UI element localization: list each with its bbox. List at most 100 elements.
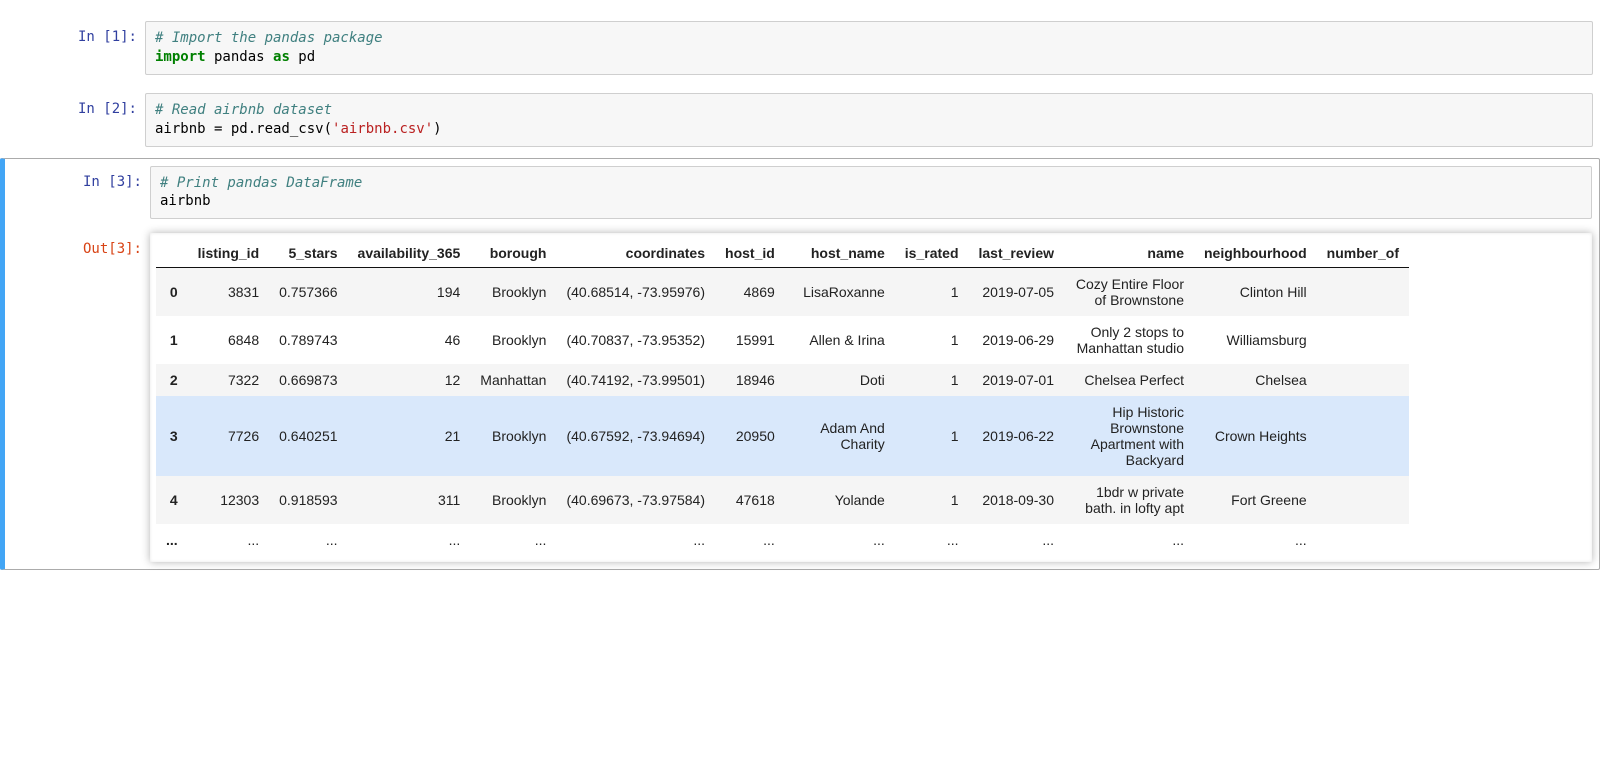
col-last-review: last_review xyxy=(969,239,1065,268)
col-host-id: host_id xyxy=(715,239,785,268)
output-area-3[interactable]: listing_id 5_stars availability_365 boro… xyxy=(150,233,1592,562)
cell-host_name: Allen & Irina xyxy=(785,316,895,364)
cell-last_review: 2018-09-30 xyxy=(969,476,1065,524)
cell-coords: (40.69673, -73.97584) xyxy=(556,476,715,524)
row-index: 1 xyxy=(156,316,188,364)
col-number-of: number_of xyxy=(1317,239,1409,268)
cell-host_name: ... xyxy=(785,524,895,556)
table-header-row: listing_id 5_stars availability_365 boro… xyxy=(156,239,1409,268)
cell-number_of xyxy=(1317,524,1409,556)
cell-five_stars: 0.640251 xyxy=(269,396,347,476)
cell-name: ... xyxy=(1064,524,1194,556)
row-index: 3 xyxy=(156,396,188,476)
cell-host_id: 4869 xyxy=(715,268,785,317)
row-index: ... xyxy=(156,524,188,556)
output-prompt-3: Out[3]: xyxy=(5,233,150,257)
cell-neigh: Fort Greene xyxy=(1194,476,1317,524)
cell-number_of xyxy=(1317,364,1409,396)
cell-borough: Brooklyn xyxy=(470,396,556,476)
cell-coords: (40.67592, -73.94694) xyxy=(556,396,715,476)
cell-last_review: ... xyxy=(969,524,1065,556)
table-row: 038310.757366194Brooklyn(40.68514, -73.9… xyxy=(156,268,1409,317)
cell-host_id: 20950 xyxy=(715,396,785,476)
code-input-2[interactable]: # Read airbnb dataset airbnb = pd.read_c… xyxy=(145,93,1593,147)
input-prompt-1: In [1]: xyxy=(0,21,145,45)
cell-five_stars: ... xyxy=(269,524,347,556)
cell-number_of xyxy=(1317,476,1409,524)
row-index: 4 xyxy=(156,476,188,524)
cell-3[interactable]: In [3]: # Print pandas DataFrame airbnb … xyxy=(0,158,1600,571)
cell-is_rated: 1 xyxy=(895,476,969,524)
cell-avail: 21 xyxy=(348,396,471,476)
col-5-stars: 5_stars xyxy=(269,239,347,268)
input-prompt-2: In [2]: xyxy=(0,93,145,117)
cell-last_review: 2019-07-01 xyxy=(969,364,1065,396)
cell-neigh: Chelsea xyxy=(1194,364,1317,396)
cell-avail: 46 xyxy=(348,316,471,364)
cell-is_rated: 1 xyxy=(895,396,969,476)
cell-number_of xyxy=(1317,268,1409,317)
col-listing-id: listing_id xyxy=(188,239,269,268)
cell-coords: (40.68514, -73.95976) xyxy=(556,268,715,317)
cell-listing_id: 7322 xyxy=(188,364,269,396)
cell-name: Hip Historic Brownstone Apartment with B… xyxy=(1064,396,1194,476)
cell-listing_id: 7726 xyxy=(188,396,269,476)
cell-listing_id: ... xyxy=(188,524,269,556)
cell-neigh: Williamsburg xyxy=(1194,316,1317,364)
cell-borough: Brooklyn xyxy=(470,268,556,317)
cell-borough: Brooklyn xyxy=(470,476,556,524)
cell-2[interactable]: In [2]: # Read airbnb dataset airbnb = p… xyxy=(0,86,1600,154)
cell-host_name: Yolande xyxy=(785,476,895,524)
cell-host_name: Adam And Charity xyxy=(785,396,895,476)
code-input-3[interactable]: # Print pandas DataFrame airbnb xyxy=(150,166,1592,220)
cell-avail: 311 xyxy=(348,476,471,524)
cell-name: Chelsea Perfect xyxy=(1064,364,1194,396)
cell-host_id: 18946 xyxy=(715,364,785,396)
col-index xyxy=(156,239,188,268)
cell-is_rated: 1 xyxy=(895,316,969,364)
dataframe-table: listing_id 5_stars availability_365 boro… xyxy=(156,239,1409,556)
table-row: .................................... xyxy=(156,524,1409,556)
table-row: 377260.64025121Brooklyn(40.67592, -73.94… xyxy=(156,396,1409,476)
table-row: 168480.78974346Brooklyn(40.70837, -73.95… xyxy=(156,316,1409,364)
col-borough: borough xyxy=(470,239,556,268)
code-input-1[interactable]: # Import the pandas package import panda… xyxy=(145,21,1593,75)
cell-avail: ... xyxy=(348,524,471,556)
cell-coords: (40.70837, -73.95352) xyxy=(556,316,715,364)
cell-name: Cozy Entire Floor of Brownstone xyxy=(1064,268,1194,317)
cell-avail: 12 xyxy=(348,364,471,396)
row-index: 0 xyxy=(156,268,188,317)
cell-last_review: 2019-07-05 xyxy=(969,268,1065,317)
input-prompt-3: In [3]: xyxy=(5,166,150,190)
col-name: name xyxy=(1064,239,1194,268)
cell-coords: ... xyxy=(556,524,715,556)
cell-listing_id: 3831 xyxy=(188,268,269,317)
col-coordinates: coordinates xyxy=(556,239,715,268)
cell-listing_id: 6848 xyxy=(188,316,269,364)
cell-number_of xyxy=(1317,316,1409,364)
cell-name: 1bdr w private bath. in lofty apt xyxy=(1064,476,1194,524)
col-is-rated: is_rated xyxy=(895,239,969,268)
cell-name: Only 2 stops to Manhattan studio xyxy=(1064,316,1194,364)
cell-is_rated: 1 xyxy=(895,364,969,396)
cell-host_name: Doti xyxy=(785,364,895,396)
cell-borough: Manhattan xyxy=(470,364,556,396)
table-row: 4123030.918593311Brooklyn(40.69673, -73.… xyxy=(156,476,1409,524)
cell-neigh: Clinton Hill xyxy=(1194,268,1317,317)
notebook: In [1]: # Import the pandas package impo… xyxy=(0,10,1600,574)
cell-host_id: 15991 xyxy=(715,316,785,364)
cell-is_rated: ... xyxy=(895,524,969,556)
cell-1[interactable]: In [1]: # Import the pandas package impo… xyxy=(0,14,1600,82)
cell-is_rated: 1 xyxy=(895,268,969,317)
cell-five_stars: 0.918593 xyxy=(269,476,347,524)
cell-last_review: 2019-06-22 xyxy=(969,396,1065,476)
row-index: 2 xyxy=(156,364,188,396)
col-host-name: host_name xyxy=(785,239,895,268)
col-neighbourhood: neighbourhood xyxy=(1194,239,1317,268)
cell-listing_id: 12303 xyxy=(188,476,269,524)
cell-last_review: 2019-06-29 xyxy=(969,316,1065,364)
cell-neigh: ... xyxy=(1194,524,1317,556)
cell-five_stars: 0.669873 xyxy=(269,364,347,396)
cell-avail: 194 xyxy=(348,268,471,317)
cell-neigh: Crown Heights xyxy=(1194,396,1317,476)
